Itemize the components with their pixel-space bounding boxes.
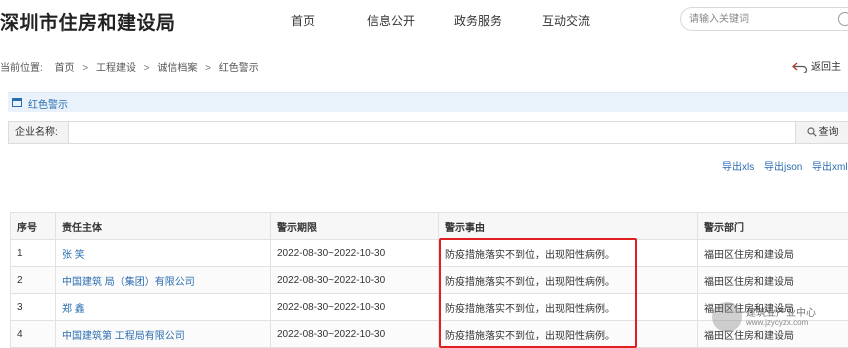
site-title[interactable]: 深圳市住房和建设局 xyxy=(0,8,176,35)
window-icon xyxy=(12,98,22,107)
table-row: 2 中国建筑 局（集团）有限公司 2022-08-30~2022-10-30 防… xyxy=(10,266,848,294)
column-header-index: 序号 xyxy=(10,212,56,240)
cell-warning-reason: 防疫措施落实不到位，出现阳性病例。 xyxy=(438,293,698,321)
breadcrumb-engineering[interactable]: 工程建设 xyxy=(96,63,136,74)
company-name-input[interactable] xyxy=(70,122,795,143)
section-header: 红色警示 xyxy=(8,92,848,112)
query-button[interactable]: 查询 xyxy=(795,122,848,143)
cell-index: 4 xyxy=(10,320,56,348)
back-home-label: 返回主 xyxy=(811,62,841,73)
column-header-responsible-party: 责任主体 xyxy=(55,212,271,240)
back-arrow-icon xyxy=(791,62,808,75)
nav-item-interaction[interactable]: 互动交流 xyxy=(542,12,590,29)
cell-warning-period: 2022-08-30~2022-10-30 xyxy=(270,266,439,294)
section-title: 红色警示 xyxy=(28,100,68,111)
breadcrumb-separator: > xyxy=(205,63,211,74)
table-row: 1 张 笑 2022-08-30~2022-10-30 防疫措施落实不到位，出现… xyxy=(10,239,848,267)
breadcrumb: 当前位置: 首页 > 工程建设 > 诚信档案 > 红色警示 xyxy=(0,59,259,74)
breadcrumb-red-warning: 红色警示 xyxy=(218,63,259,74)
cell-warning-period: 2022-08-30~2022-10-30 xyxy=(270,320,439,348)
table-row: 4 中国建筑第 工程局有限公司 2022-08-30~2022-10-30 防疫… xyxy=(10,320,848,348)
back-home-link[interactable]: 返回主 xyxy=(791,58,841,75)
site-search xyxy=(680,7,848,31)
cell-warning-department: 福田区住房和建设局 xyxy=(697,239,848,267)
nav-item-info-disclosure[interactable]: 信息公开 xyxy=(367,12,415,29)
cell-warning-reason: 防疫措施落实不到位，出现阳性病例。 xyxy=(438,266,698,294)
nav-item-government-services[interactable]: 政务服务 xyxy=(454,12,502,29)
cell-warning-department: 福田区住房和建设局 xyxy=(697,293,848,321)
breadcrumb-separator: > xyxy=(82,63,89,74)
cell-index: 1 xyxy=(10,239,56,267)
export-json-link[interactable]: 导出json xyxy=(764,158,802,173)
table-header-row: 序号 责任主体 警示期限 警示事由 警示部门 xyxy=(10,212,848,240)
site-header: 深圳市住房和建设局 首页 信息公开 政务服务 互动交流 xyxy=(0,0,848,40)
export-xls-link[interactable]: 导出xls xyxy=(722,158,754,173)
cell-responsible-party-link[interactable]: 中国建筑 局（集团）有限公司 xyxy=(55,266,271,294)
red-warning-table: 序号 责任主体 警示期限 警示事由 警示部门 1 张 笑 2022-08-30~… xyxy=(10,212,848,348)
company-name-label: 企业名称: xyxy=(9,122,69,143)
company-filter: 企业名称: 查询 xyxy=(8,121,848,144)
cell-warning-reason: 防疫措施落实不到位，出现阳性病例。 xyxy=(438,320,698,348)
magnifier-icon xyxy=(806,127,817,137)
cell-warning-reason: 防疫措施落实不到位，出现阳性病例。 xyxy=(438,239,698,267)
export-xml-link[interactable]: 导出xml xyxy=(812,158,848,173)
cell-warning-department: 福田区住房和建设局 xyxy=(697,320,848,348)
cell-responsible-party-link[interactable]: 张 笑 xyxy=(55,239,271,267)
breadcrumb-separator: > xyxy=(143,63,150,74)
search-icon[interactable] xyxy=(838,12,848,26)
breadcrumb-home[interactable]: 首页 xyxy=(55,63,75,74)
column-header-warning-reason: 警示事由 xyxy=(438,212,698,240)
cell-warning-period: 2022-08-30~2022-10-30 xyxy=(270,293,439,321)
cell-warning-period: 2022-08-30~2022-10-30 xyxy=(270,239,439,267)
cell-index: 2 xyxy=(10,266,56,294)
cell-responsible-party-link[interactable]: 中国建筑第 工程局有限公司 xyxy=(55,320,271,348)
nav-item-home[interactable]: 首页 xyxy=(291,12,315,29)
search-input[interactable] xyxy=(689,12,829,27)
table-row: 3 郑 鑫 2022-08-30~2022-10-30 防疫措施落实不到位，出现… xyxy=(10,293,848,321)
breadcrumb-prefix: 当前位置: xyxy=(0,63,43,74)
query-button-label: 查询 xyxy=(818,127,839,138)
breadcrumb-credit-archive[interactable]: 诚信档案 xyxy=(157,63,197,74)
column-header-warning-department: 警示部门 xyxy=(697,212,848,240)
column-header-warning-period: 警示期限 xyxy=(270,212,439,240)
cell-responsible-party-link[interactable]: 郑 鑫 xyxy=(55,293,271,321)
cell-warning-department: 福田区住房和建设局 xyxy=(697,266,848,294)
cell-index: 3 xyxy=(10,293,56,321)
